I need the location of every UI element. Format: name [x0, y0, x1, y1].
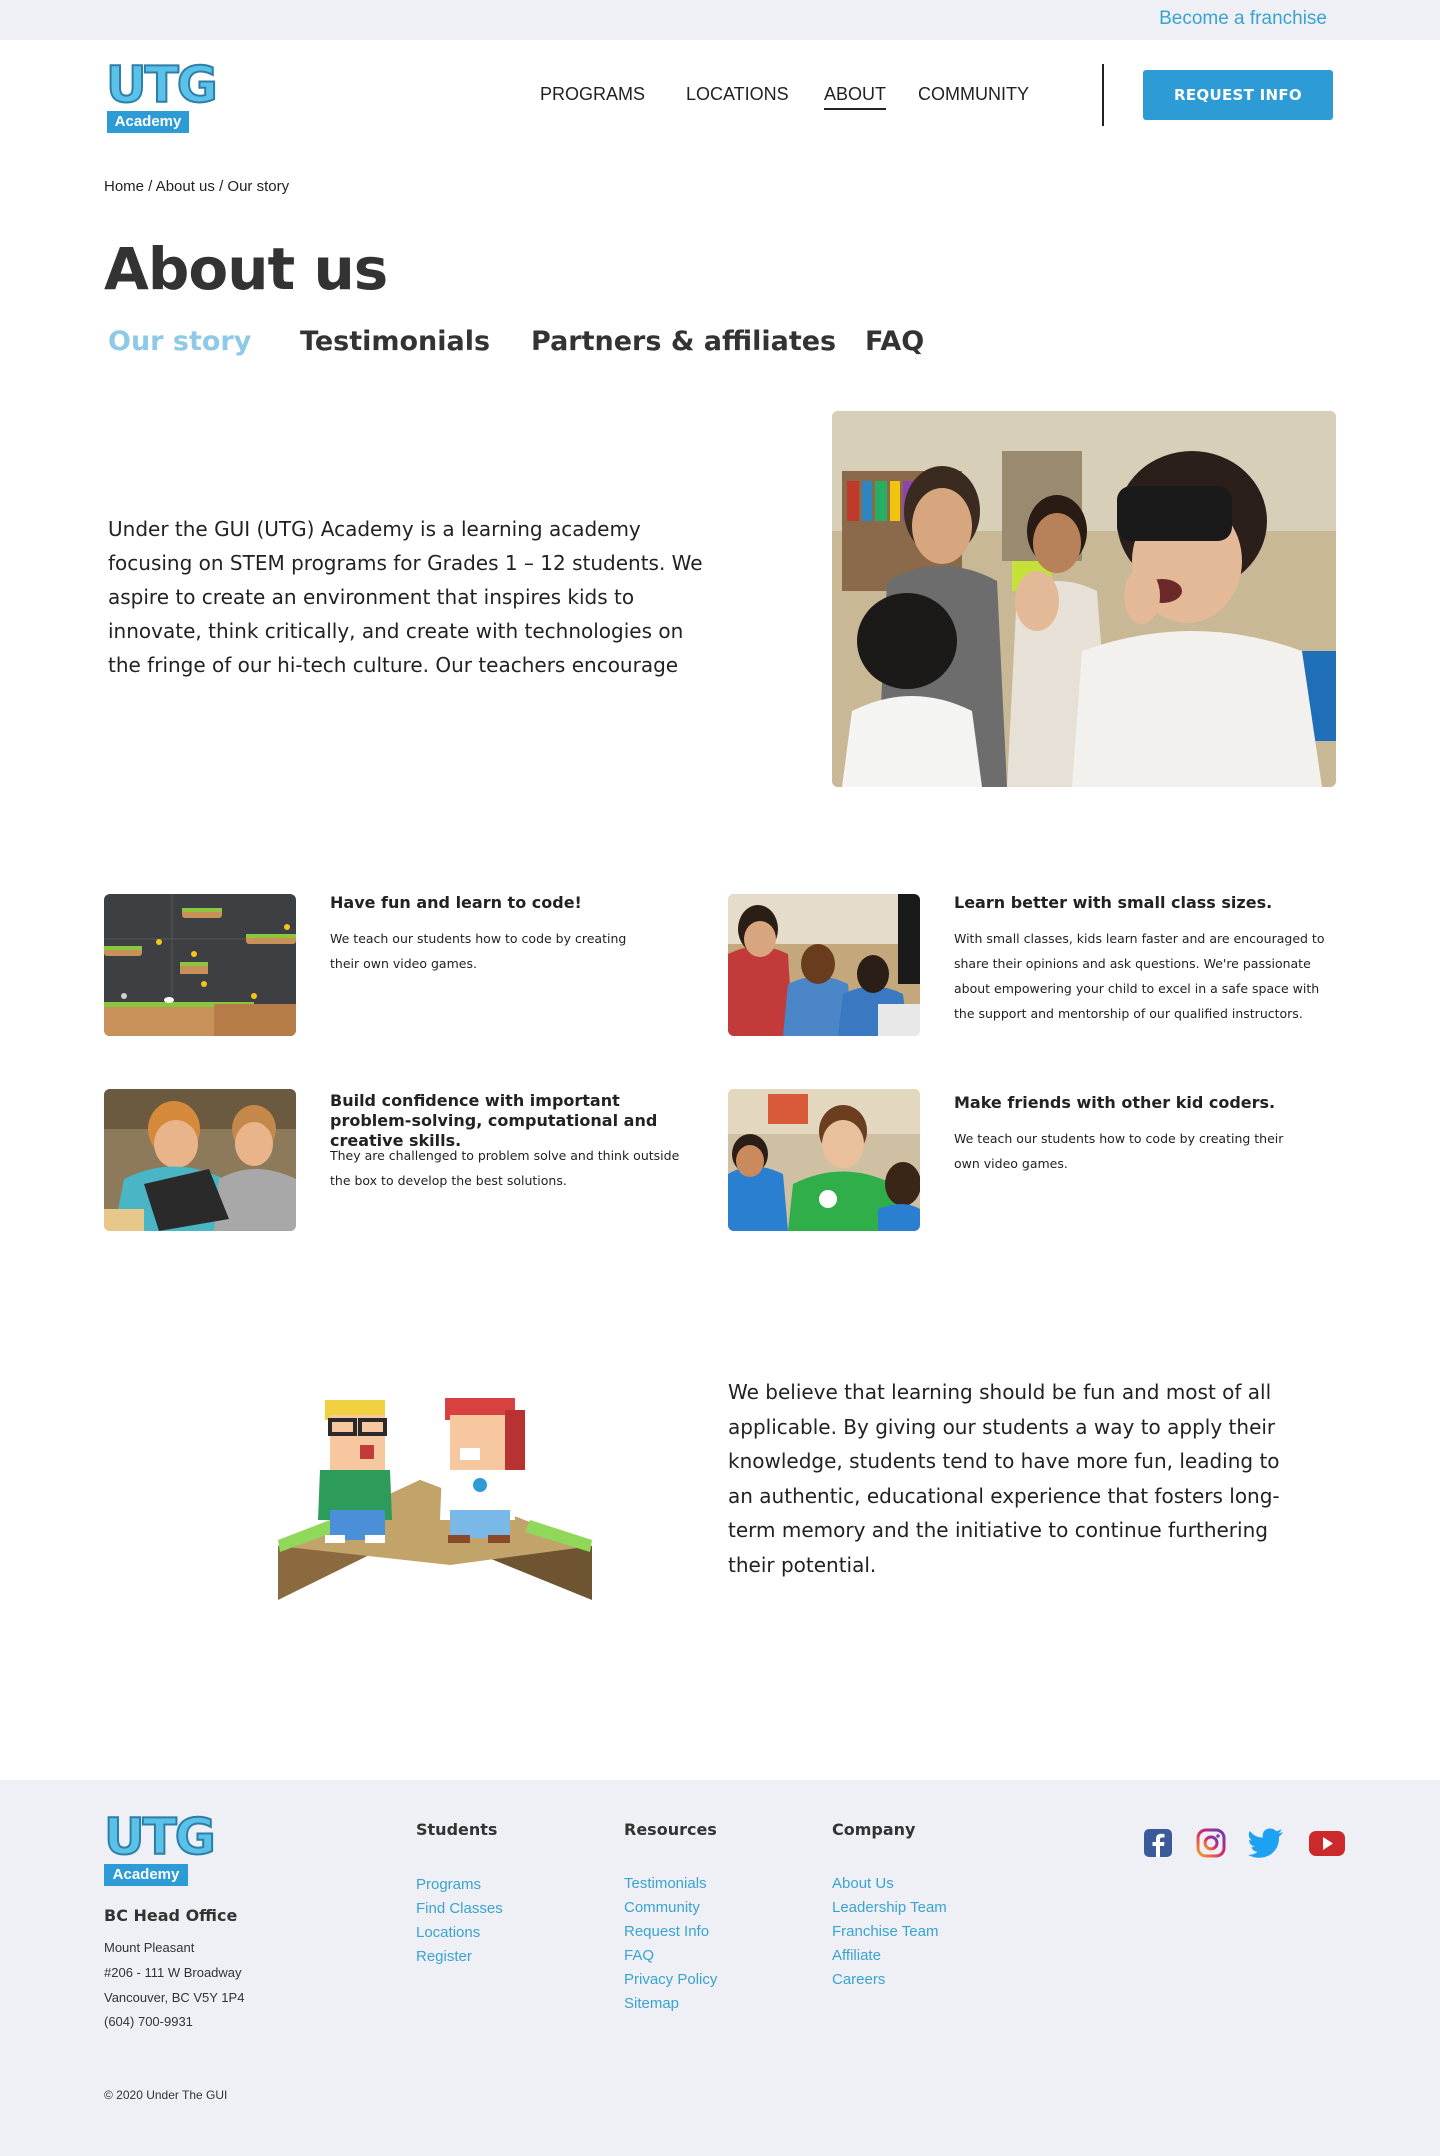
platform-game-image — [104, 894, 296, 1036]
footer-col-students-title: Students — [416, 1820, 498, 1839]
feature-title: Build confidence with important problem-… — [330, 1091, 658, 1150]
office-address-line: Mount Pleasant — [104, 1940, 195, 1955]
feature-text: With small classes, kids learn faster an… — [954, 931, 1325, 1021]
footer-link-community[interactable]: Community — [624, 1899, 700, 1916]
footer-link-programs[interactable]: Programs — [416, 1876, 481, 1893]
feature-title: Make friends with other kid coders. — [954, 1093, 1276, 1112]
footer-logo[interactable]: UTG Academy — [103, 1809, 217, 1890]
footer-link-locations[interactable]: Locations — [416, 1924, 480, 1941]
page-title: About us — [104, 235, 388, 303]
breadcrumb[interactable]: Home / About us / Our story — [104, 178, 289, 195]
facebook-icon[interactable] — [1143, 1828, 1173, 1858]
top-bar: Become a franchise — [0, 0, 1440, 40]
footer-link-find-classes[interactable]: Find Classes — [416, 1900, 503, 1917]
small-class-photo — [728, 894, 920, 1036]
office-phone[interactable]: (604) 700-9931 — [104, 2014, 193, 2029]
become-franchise-link[interactable]: Become a franchise — [1159, 8, 1327, 30]
instagram-icon[interactable] — [1196, 1828, 1226, 1858]
nav-locations[interactable]: LOCATIONS — [686, 84, 789, 105]
tab-testimonials[interactable]: Testimonials — [300, 326, 490, 357]
footer-col-company-title: Company — [832, 1820, 916, 1839]
twitter-icon[interactable] — [1248, 1828, 1284, 1858]
feature-text: We teach our students how to code by cre… — [330, 931, 627, 971]
youtube-icon[interactable] — [1308, 1828, 1346, 1858]
logo-subtext: Academy — [107, 111, 189, 133]
tab-partners-affiliates[interactable]: Partners & affiliates — [531, 326, 836, 357]
footer-link-leadership-team[interactable]: Leadership Team — [832, 1899, 947, 1916]
footer-link-careers[interactable]: Careers — [832, 1971, 885, 1988]
copyright: © 2020 Under The GUI — [104, 2088, 228, 2102]
feature-title: Have fun and learn to code! — [330, 893, 582, 912]
pixel-kids-illustration — [270, 1360, 600, 1610]
nav-programs[interactable]: PROGRAMS — [540, 84, 645, 105]
belief-text: We believe that learning should be fun a… — [728, 1380, 1280, 1577]
nav-community[interactable]: COMMUNITY — [918, 84, 1029, 105]
tab-faq[interactable]: FAQ — [865, 326, 924, 357]
footer-link-about-us[interactable]: About Us — [832, 1875, 894, 1892]
office-address-line: #206 - 111 W Broadway — [104, 1965, 242, 1980]
nav-about[interactable]: ABOUT — [824, 84, 887, 110]
logo-text: UTG — [105, 56, 219, 114]
footer-col-resources-title: Resources — [624, 1820, 717, 1839]
feature-text: They are challenged to problem solve and… — [330, 1148, 680, 1188]
footer-link-franchise-team[interactable]: Franchise Team — [832, 1923, 938, 1940]
kids-laptop-photo — [104, 1089, 296, 1231]
office-title: BC Head Office — [104, 1906, 238, 1925]
nav-divider — [1102, 64, 1104, 126]
logo-subtext: Academy — [104, 1864, 188, 1886]
tab-our-story[interactable]: Our story — [108, 326, 251, 357]
logo-text: UTG — [103, 1808, 217, 1866]
utg-academy-logo[interactable]: UTG Academy — [104, 57, 219, 136]
footer-link-sitemap[interactable]: Sitemap — [624, 1995, 679, 2012]
footer-link-affiliate[interactable]: Affiliate — [832, 1947, 881, 1964]
footer-link-privacy-policy[interactable]: Privacy Policy — [624, 1971, 717, 1988]
feature-text: We teach our students how to code by cre… — [954, 1131, 1284, 1171]
feature-title: Learn better with small class sizes. — [954, 893, 1273, 912]
footer-link-faq[interactable]: FAQ — [624, 1947, 654, 1964]
site-footer: UTG Academy BC Head Office Mount Pleasan… — [0, 1780, 1440, 2156]
intro-text: Under the GUI (UTG) Academy is a learnin… — [108, 517, 703, 677]
vr-classroom-photo — [832, 411, 1336, 787]
kid-coders-photo — [728, 1089, 920, 1231]
footer-link-request-info[interactable]: Request Info — [624, 1923, 709, 1940]
site-header: UTG Academy PROGRAMS LOCATIONS ABOUT COM… — [0, 40, 1440, 150]
request-info-button[interactable]: REQUEST INFO — [1143, 70, 1333, 120]
footer-link-testimonials[interactable]: Testimonials — [624, 1875, 707, 1892]
footer-link-register[interactable]: Register — [416, 1948, 472, 1965]
office-address-line: Vancouver, BC V5Y 1P4 — [104, 1990, 245, 2005]
